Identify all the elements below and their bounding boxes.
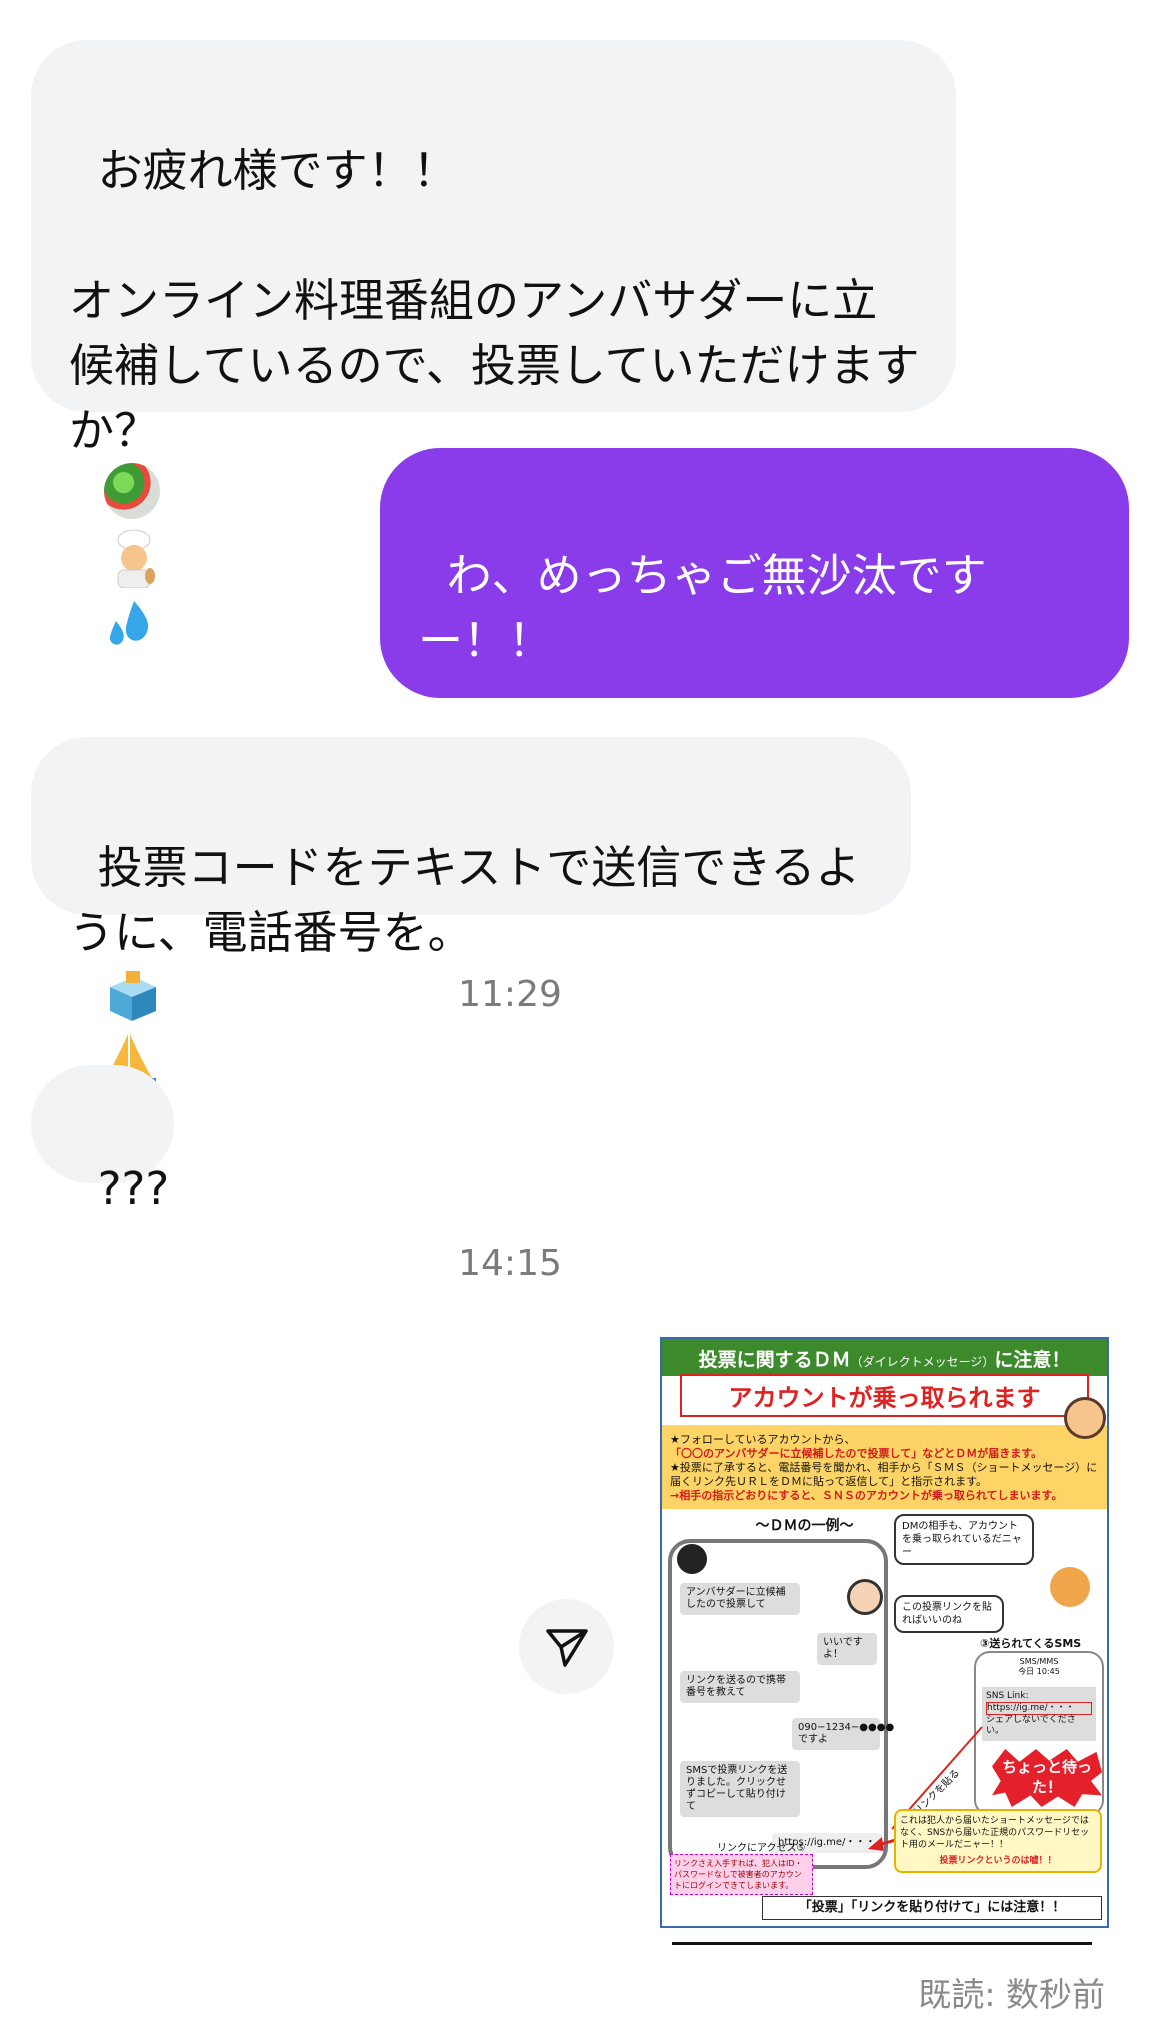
sweat-droplets-emoji (109, 601, 148, 645)
message-bubble-incoming[interactable]: ??? (31, 1065, 174, 1215)
timestamp: 14:15 (458, 1243, 562, 1284)
divider (672, 1942, 1092, 1945)
message-bubble-outgoing[interactable]: わ、めっちゃご無沙汰ですー！！ 協力できるならもちろん！ (380, 448, 1129, 797)
cat-speech: DMの相手も、アカウントを乗っ取られているだニャー (894, 1514, 1034, 1565)
message-bubble-incoming[interactable]: 投票コードをテキストで送信できるように、電話番号を。 (31, 737, 911, 1088)
card-banner: アカウントが乗っ取られます (680, 1374, 1089, 1417)
warn-pink: リンクさえ入手すれば、犯人はID・パスワードなしで被害者のアカウントにログインで… (670, 1854, 813, 1895)
message-bubble-incoming[interactable]: お疲れ様です！！ オンライン料理番組のアンバサダーに立候補しているので、投票して… (31, 40, 956, 645)
send-icon (545, 1628, 588, 1667)
sms-title: ③送られてくるSMS (980, 1637, 1082, 1650)
card-header: 投票に関するＤＭ（ダイレクトメッセージ）に注意！ (662, 1339, 1107, 1376)
salad-emoji (103, 463, 160, 519)
share-button[interactable] (519, 1599, 614, 1694)
girl-speech: この投票リンクを貼ればいいのね (894, 1595, 1004, 1633)
access-label: リンクにアクセス⑤ (717, 1843, 806, 1854)
read-receipt: 既読: 数秒前 (918, 1975, 1105, 2014)
cat-character (1050, 1567, 1090, 1607)
chef-emoji (117, 529, 155, 588)
message-text: お疲れ様です！！ オンライン料理番組のアンバサダーに立候補しているので、投票して… (69, 144, 920, 457)
girl-character (847, 1579, 883, 1615)
warn-yellow: これは犯人から届いたショートメッセージではなく、SNSから届いた正規のパスワード… (894, 1809, 1102, 1873)
example-title: ～ＤＭの一例～ (755, 1518, 854, 1534)
card-notes: ★フォローしているアカウントから、 「〇〇のアンバサダーに立候補したので投票して… (662, 1425, 1107, 1509)
card-footer: 「投票」「リンクを貼り付けて」には注意！！ (762, 1896, 1102, 1920)
timestamp: 11:29 (458, 974, 562, 1015)
hacker-character (677, 1544, 707, 1574)
message-text: ??? (97, 1162, 170, 1215)
message-text: 投票コードをテキストで送信できるように、電話番号を。 (69, 841, 861, 959)
police-character (1064, 1397, 1106, 1439)
attached-image[interactable]: 投票に関するＤＭ（ダイレクトメッセージ）に注意！ アカウントが乗っ取られます ★… (660, 1337, 1109, 1928)
